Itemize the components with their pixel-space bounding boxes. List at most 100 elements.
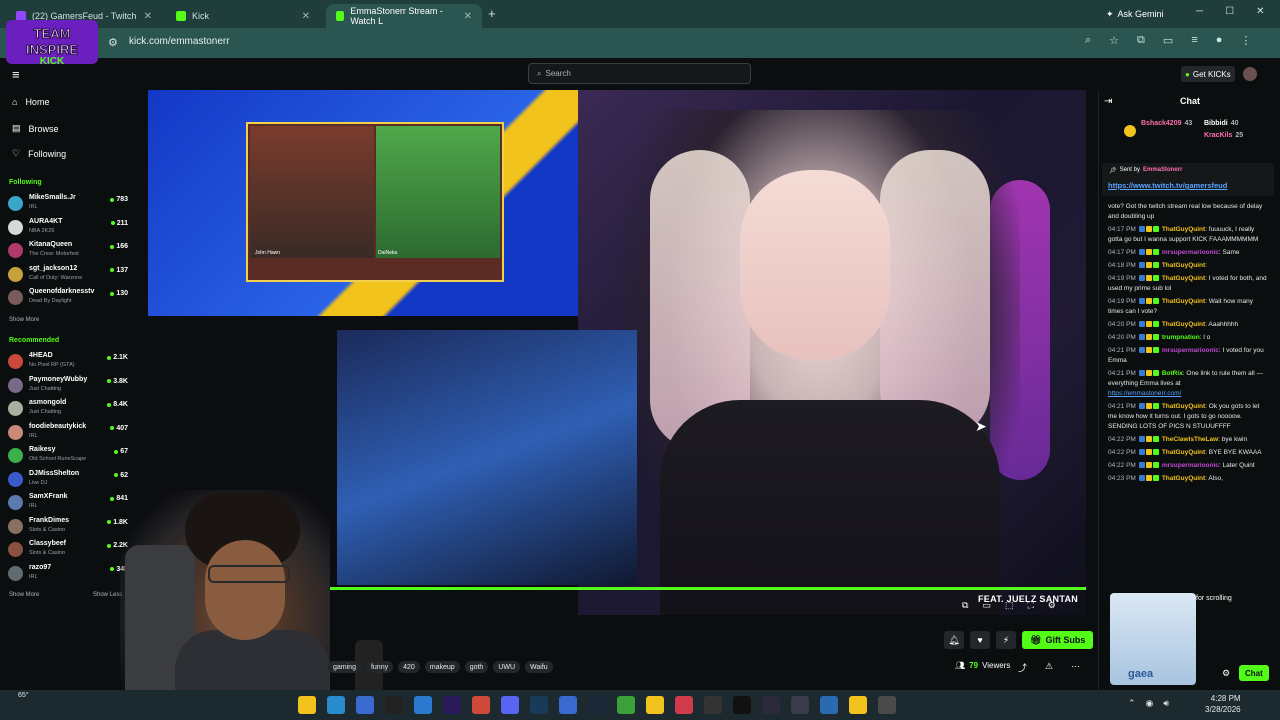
url-field[interactable]: kick.com/emmastonerr (129, 36, 230, 47)
report-icon[interactable]: ⚠ (1045, 661, 1053, 674)
chat-message[interactable]: vote? Got the twitch stream real low bec… (1108, 202, 1268, 222)
chat-message[interactable]: 04:20 PM trumpnation: l o (1108, 333, 1268, 343)
bookmark-star-icon[interactable]: ☆ (1109, 34, 1119, 47)
sidebar-channel[interactable]: Raikesy Old School RuneScape 67 (8, 446, 128, 466)
scroll-pause-notice[interactable]: for scrolling (1196, 595, 1232, 602)
gift-subs-button[interactable]: 🎁︎ Gift Subs (1022, 631, 1094, 649)
leaderboard-entry[interactable]: Bibbidi 40 (1204, 120, 1239, 127)
hamburger-menu-icon[interactable]: ≡ (12, 67, 20, 82)
chat-username[interactable]: mrsupermarioonic (1162, 249, 1219, 256)
minimize-icon[interactable]: ─ (1196, 6, 1203, 17)
chrome-icon[interactable] (472, 696, 490, 714)
sidebar-channel[interactable]: asmongold Just Chatting 8.4K (8, 399, 128, 419)
premiere-icon[interactable] (443, 696, 461, 714)
app6-icon[interactable] (849, 696, 867, 714)
close-icon[interactable]: ✕ (464, 11, 472, 22)
sidebar-item-following[interactable]: ♡ Following (12, 148, 66, 159)
store-icon[interactable] (356, 696, 374, 714)
sidebar-channel[interactable]: 4HEAD No Pixel RP (GTA) 2.1K (8, 352, 128, 372)
zoom-icon[interactable]: ⌕ (1085, 34, 1091, 47)
file-explorer-icon[interactable] (298, 696, 316, 714)
steam-icon[interactable] (588, 696, 606, 714)
collapse-chat-icon[interactable]: ⇥ (1104, 96, 1112, 107)
lightroom-icon[interactable] (530, 696, 548, 714)
chat-username[interactable]: ThatGuyQuint (1162, 475, 1205, 482)
new-tab-button[interactable]: + (488, 6, 496, 21)
chat-message[interactable]: 04:21 PM ThatGuyQuint: Ok you gots to let… (1108, 402, 1268, 432)
sidebar-channel[interactable]: KitanaQueen The Crew: Motorfest 166 (8, 241, 128, 261)
chat-username[interactable]: ThatGuyQuint (1162, 403, 1205, 410)
search-input[interactable]: ⌕ Search (528, 63, 751, 84)
settings-gear-icon[interactable]: ⚙ (1048, 600, 1056, 611)
chat-message[interactable]: 04:19 PM ThatGuyQuint: I voted for both, … (1108, 274, 1268, 294)
share-icon[interactable]: ⤴ (1018, 661, 1027, 674)
leaderboard-entry[interactable]: KracKils 25 (1204, 132, 1243, 139)
app4-icon[interactable] (791, 696, 809, 714)
sidebar-channel[interactable]: MikeSmalls.Jr IRL 783 (8, 194, 128, 214)
sidebar-channel[interactable]: AURA4KT NBA 2K26 211 (8, 218, 128, 238)
sidebar-channel[interactable]: SamXFrankIRL841 (8, 493, 128, 513)
media-icon[interactable]: ≡ (1191, 34, 1197, 47)
show-less-link[interactable]: Show Less (93, 592, 122, 598)
cast-icon[interactable]: ▭ (1163, 34, 1173, 47)
chat-username[interactable]: ThatGuyQuint (1162, 321, 1205, 328)
app5-icon[interactable] (820, 696, 838, 714)
chat-username[interactable]: ThatGuyQuint (1162, 262, 1205, 269)
pip-icon[interactable]: ⬚ (1005, 600, 1014, 611)
site-info-icon[interactable]: ⚙ (108, 36, 118, 49)
stream-tag[interactable]: UWU (493, 661, 521, 673)
chat-message[interactable]: 04:17 PM ThatGuyQuint: fuuuuck, I really … (1108, 225, 1268, 245)
user-avatar[interactable] (1243, 67, 1257, 81)
stream-tag[interactable]: gaming (328, 661, 361, 673)
sidebar-channel[interactable]: Queenofdarknesstv Dead By Daylight 130 (8, 288, 128, 308)
chat-link[interactable]: https://emmastonerr.com/ (1108, 390, 1181, 397)
chat-username[interactable]: ThatGuyQuint (1162, 449, 1205, 456)
chat-message[interactable]: 04:20 PM ThatGuyQuint: Aaahhhhh (1108, 320, 1268, 330)
stream-tag[interactable]: goth (464, 661, 489, 673)
taskbar-clock[interactable]: 4:28 PM 3/28/2026 (1205, 693, 1241, 715)
sidebar-item-home[interactable]: ⌂ Home (12, 97, 49, 107)
chat-username[interactable]: ThatGuyQuint (1162, 275, 1205, 282)
xbox-icon[interactable] (617, 696, 635, 714)
sidebar-channel[interactable]: PaymoneyWubby Just Chatting 3.8K (8, 376, 128, 396)
send-chat-button[interactable]: Chat (1239, 665, 1269, 681)
app3-icon[interactable] (762, 696, 780, 714)
chat-settings-icon[interactable]: ⚙ (1222, 668, 1230, 679)
close-icon[interactable]: ✕ (144, 11, 152, 22)
kicks-icon[interactable]: ⚡︎ (996, 631, 1016, 649)
sidebar-channel[interactable]: DJMissShelton Live DJ 62 (8, 470, 128, 490)
chat-message[interactable]: 04:21 PM BotRix: One link to rule them al… (1108, 369, 1268, 399)
leaderboard-entry[interactable]: Bshack4209 43 (1141, 120, 1192, 127)
close-icon[interactable]: ✕ (302, 11, 310, 22)
epic-games-icon[interactable] (385, 696, 403, 714)
get-kicks-button[interactable]: ● Get KICKs (1181, 66, 1235, 82)
weather-widget[interactable]: 65° (18, 692, 29, 699)
sidebar-channel[interactable]: razo97IRL345 (8, 564, 128, 584)
maximize-icon[interactable]: ☐ (1225, 6, 1234, 17)
chat-message[interactable]: 04:21 PM mrsupermarioonic: I voted for yo… (1108, 346, 1268, 366)
extensions-icon[interactable]: ⧉ (1137, 34, 1145, 47)
obs-icon[interactable] (704, 696, 722, 714)
more-icon[interactable]: ⋯ (1071, 661, 1080, 674)
chat-message[interactable]: 04:22 PM ThatGuyQuint: BYE BYE KWAAA (1108, 448, 1268, 458)
chat-username[interactable]: BotRix (1162, 370, 1183, 377)
show-more-recommended-link[interactable]: Show More (9, 592, 39, 598)
sidebar-channel[interactable]: FrankDimesSlots & Casino1.8K (8, 517, 128, 537)
sidebar-item-browse[interactable]: ▤ Browse (12, 123, 59, 134)
ask-gemini-button[interactable]: ✦ Ask Gemini (1106, 6, 1164, 22)
stream-tag[interactable]: 420 (398, 661, 420, 673)
menu-dots-icon[interactable]: ⋮ (1240, 34, 1251, 47)
chat-username[interactable]: ThatGuyQuint (1162, 298, 1205, 305)
edge-icon[interactable] (327, 696, 345, 714)
terminal-icon[interactable] (733, 696, 751, 714)
stream-tag[interactable]: funny (365, 661, 394, 673)
chat-username[interactable]: ThatGuyQuint (1162, 226, 1205, 233)
stream-tag[interactable]: Waifu (525, 661, 553, 673)
sidebar-channel[interactable]: foodiebeautykick IRL 407 (8, 423, 128, 443)
chevron-up-icon[interactable]: ⌃ (1128, 698, 1136, 709)
tab-kick[interactable]: Kick ✕ (166, 4, 320, 28)
chat-message[interactable]: 04:18 PM ThatGuyQuint: (1108, 261, 1268, 271)
app2-icon[interactable] (646, 696, 664, 714)
volume-icon[interactable]: 🔊︎ (1163, 698, 1169, 709)
clip-icon[interactable]: ⧉ (962, 600, 968, 611)
